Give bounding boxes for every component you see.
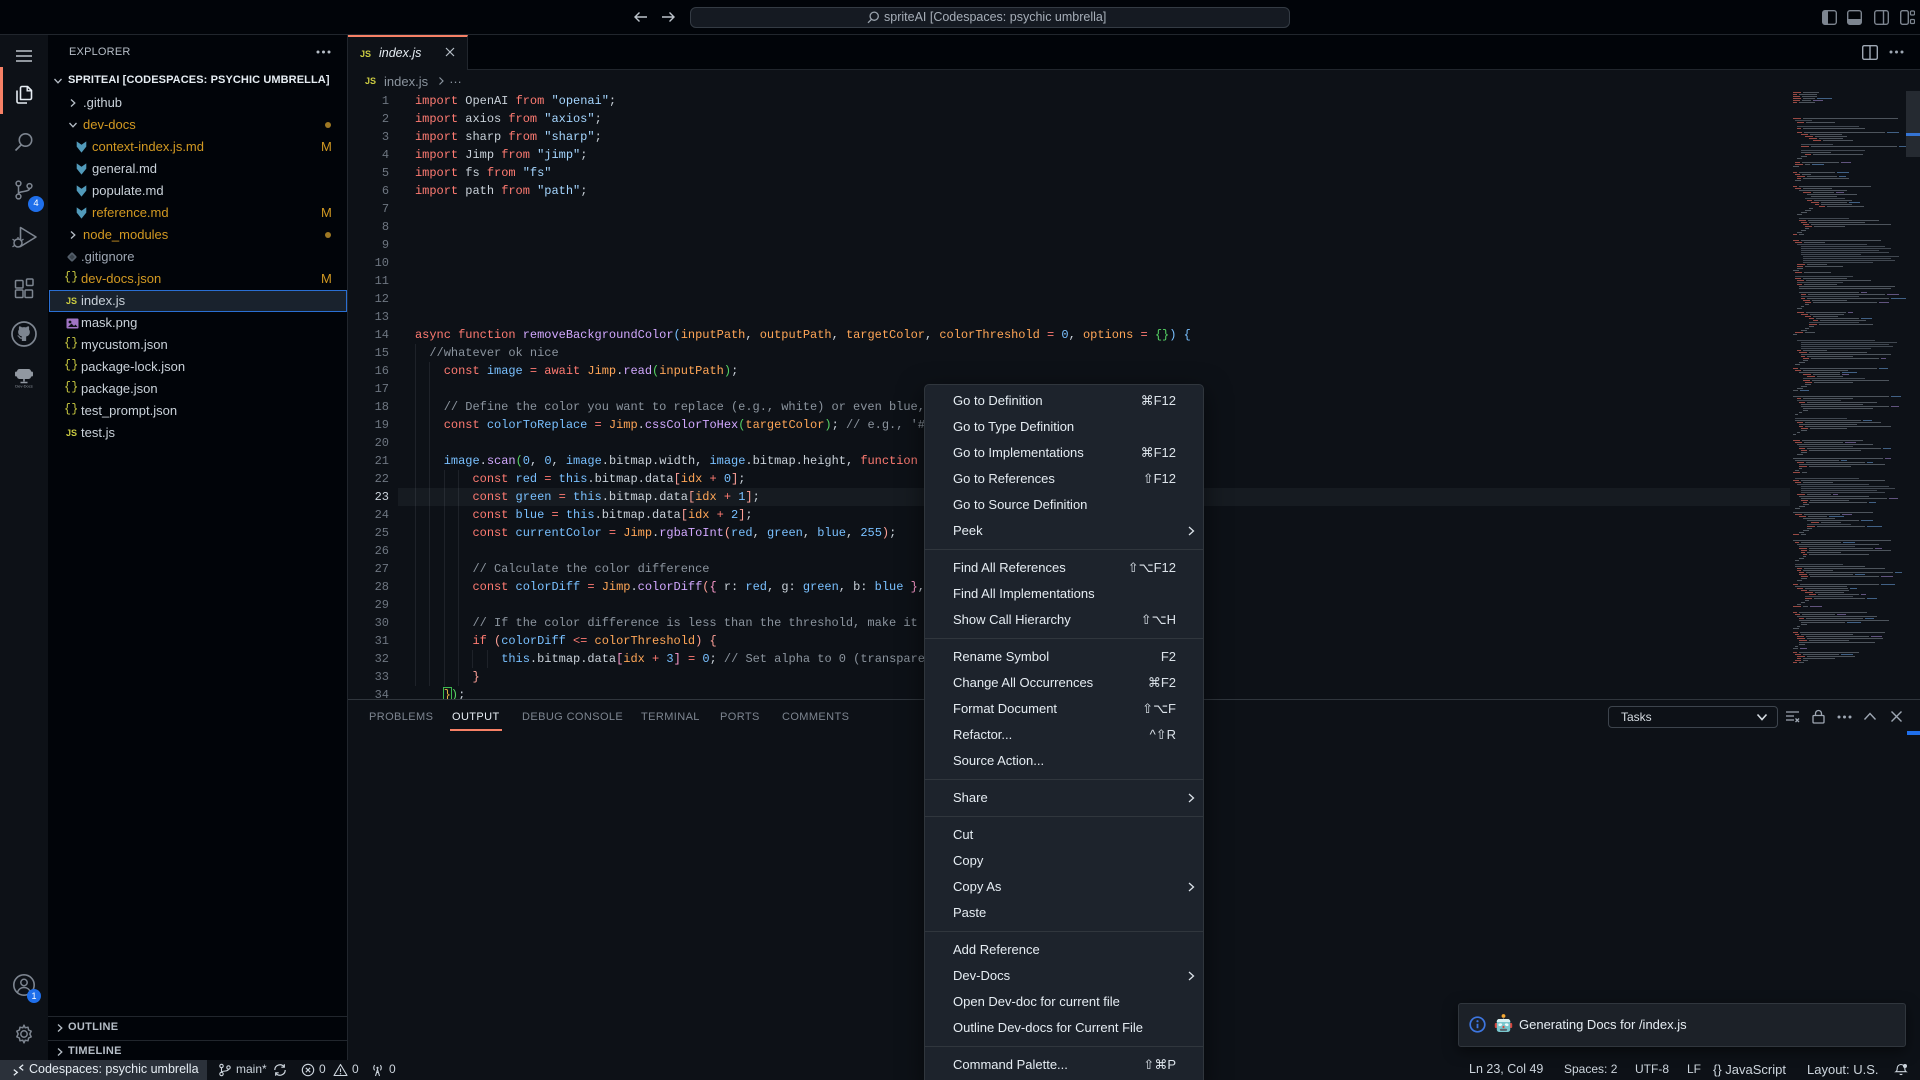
svg-text:Dev-Docs: Dev-Docs <box>15 384 33 389</box>
